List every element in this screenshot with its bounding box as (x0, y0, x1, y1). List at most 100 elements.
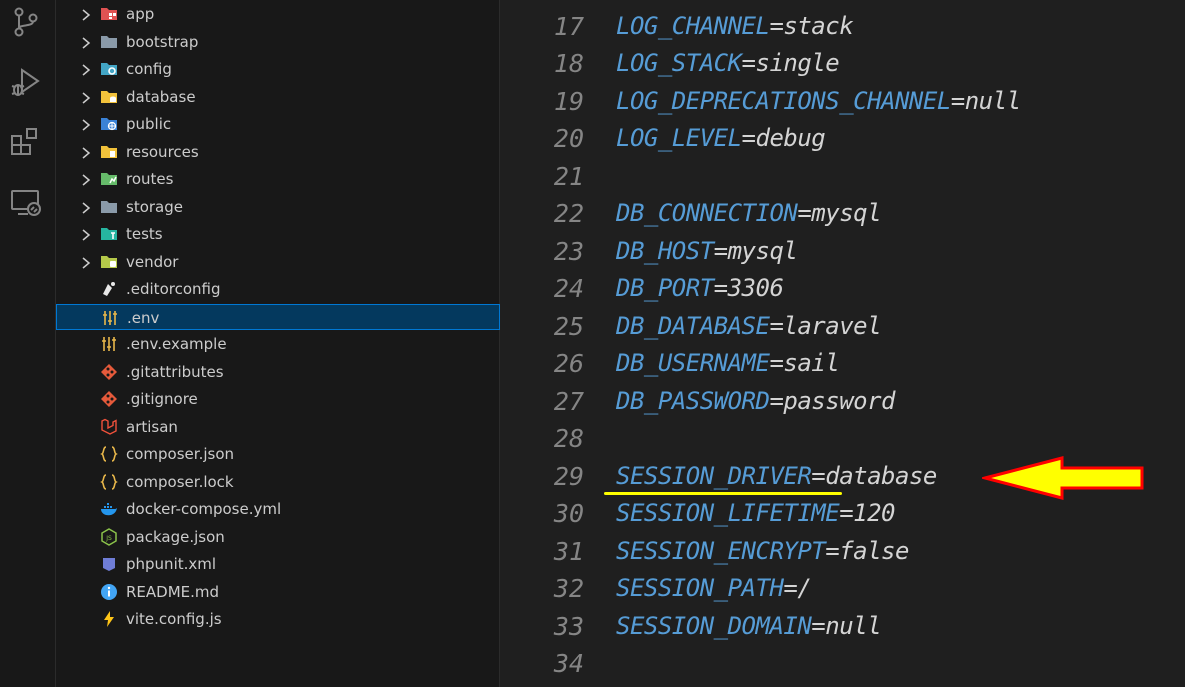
file-name: phpunit.xml (126, 555, 217, 573)
code-line[interactable]: 26 DB_USERNAME=sail (500, 345, 1185, 382)
line-number: 28 (553, 424, 584, 453)
env-key: DB_PASSWORD (616, 386, 770, 415)
code-line[interactable]: 33 SESSION_DOMAIN=null (500, 608, 1185, 645)
folder-item-vendor[interactable]: vendor (56, 249, 500, 275)
code-line[interactable]: 18 LOG_STACK=single (500, 45, 1185, 82)
env-key: LOG_DEPRECATIONS_CHANNEL (616, 86, 951, 115)
run-and-debug-icon[interactable] (8, 64, 44, 100)
editorconfig-icon (100, 280, 118, 298)
file-name: .env.example (126, 335, 227, 353)
code-line[interactable]: 32 SESSION_PATH=/ (500, 570, 1185, 607)
env-key: LOG_CHANNEL (616, 11, 770, 40)
folder-item-app[interactable]: app (56, 1, 500, 27)
chevron-right-icon[interactable] (80, 35, 92, 49)
line-number: 32 (553, 574, 584, 603)
file-item-artisan[interactable]: artisan (56, 414, 500, 440)
line-number: 21 (553, 161, 584, 191)
env-key: DB_DATABASE (616, 311, 770, 340)
file-item-env-example[interactable]: .env.example (56, 331, 500, 357)
code-text: LOG_DEPRECATIONS_CHANNEL=null (616, 83, 1021, 120)
vendor-folder-icon (100, 253, 118, 271)
file-item-phpunit-xml[interactable]: phpunit.xml (56, 551, 500, 577)
json-braces-icon (100, 445, 118, 463)
file-item-readme-md[interactable]: README.md (56, 579, 500, 605)
chevron-right-icon[interactable] (80, 7, 92, 21)
code-line[interactable]: 23 DB_HOST=mysql (500, 233, 1185, 270)
folder-item-storage[interactable]: storage (56, 194, 500, 220)
equals-sign: = (769, 349, 784, 377)
folder-item-config[interactable]: config (56, 56, 500, 82)
file-explorer: app bootstrap config database public resource… (56, 0, 500, 687)
code-line[interactable]: 24 DB_PORT=3306 (500, 270, 1185, 307)
folder-item-public[interactable]: public (56, 111, 500, 137)
svg-text:JS: JS (105, 535, 112, 542)
code-editor[interactable]: 17 LOG_CHANNEL=stack 18 LOG_STACK=single 19 L… (500, 0, 1185, 687)
code-line[interactable]: 27 DB_PASSWORD=password (500, 383, 1185, 420)
line-number: 34 (553, 649, 584, 678)
equals-sign: = (713, 274, 728, 302)
file-name: README.md (126, 582, 220, 601)
env-key: SESSION_ENCRYPT (616, 536, 826, 565)
file-item-composer-json[interactable]: composer.json (56, 441, 500, 467)
file-name: .env (127, 308, 160, 327)
json-braces-icon (100, 473, 118, 491)
code-line[interactable]: 20 LOG_LEVEL=debug (500, 120, 1185, 157)
file-item-package-json[interactable]: JS package.json (56, 524, 500, 550)
env-value: password (783, 386, 895, 415)
code-line[interactable]: 21 (500, 158, 1185, 195)
code-text: DB_HOST=mysql (616, 233, 798, 270)
file-item-env[interactable]: .env (56, 303, 500, 330)
line-number: 18 (553, 49, 584, 78)
chevron-right-icon[interactable] (80, 227, 92, 241)
app-folder-icon (100, 5, 118, 23)
folder-item-resources[interactable]: resources (56, 139, 500, 165)
code-text: LOG_LEVEL=debug (616, 120, 826, 157)
code-line[interactable]: 17 LOG_CHANNEL=stack (500, 8, 1185, 45)
code-line[interactable]: 25 DB_DATABASE=laravel (500, 308, 1185, 345)
chevron-right-icon[interactable] (80, 172, 92, 186)
file-name: tests (126, 225, 163, 243)
chevron-right-icon[interactable] (80, 145, 92, 159)
code-line[interactable]: 22 DB_CONNECTION=mysql (500, 195, 1185, 232)
chevron-right-icon[interactable] (80, 255, 92, 269)
env-value: single (755, 49, 840, 77)
code-line[interactable]: 34 (500, 645, 1185, 682)
chevron-right-icon[interactable] (80, 62, 92, 76)
routes-folder-icon (100, 170, 118, 188)
folder-item-bootstrap[interactable]: bootstrap (56, 29, 500, 55)
env-settings-icon (100, 335, 118, 353)
phpunit-icon (100, 555, 118, 573)
chevron-right-icon[interactable] (80, 200, 92, 214)
chevron-right-icon[interactable] (80, 90, 92, 104)
file-name: public (126, 115, 172, 133)
equals-sign: = (797, 199, 812, 227)
remote-explorer-icon[interactable] (8, 184, 44, 220)
file-item-docker-compose-yml[interactable]: docker-compose.yml (56, 496, 500, 522)
folder-item-database[interactable]: database (56, 84, 500, 110)
file-item-composer-lock[interactable]: composer.lock (56, 469, 500, 495)
code-line[interactable]: 31 SESSION_ENCRYPT=false (500, 533, 1185, 570)
extensions-icon[interactable] (8, 124, 44, 160)
env-value: 120 (853, 499, 895, 527)
file-name: vendor (126, 252, 179, 271)
env-key: SESSION_DRIVER (616, 461, 812, 490)
file-name: vite.config.js (126, 610, 222, 628)
file-item-vite-config-js[interactable]: vite.config.js (56, 606, 500, 632)
line-number: 33 (553, 611, 584, 641)
code-line[interactable]: 19 LOG_DEPRECATIONS_CHANNEL=null (500, 83, 1185, 120)
env-key: SESSION_PATH (616, 574, 784, 602)
folder-item-routes[interactable]: routes (56, 166, 500, 192)
chevron-right-icon[interactable] (80, 117, 92, 131)
code-line[interactable]: 28 (500, 420, 1185, 457)
highlight-underline (604, 492, 842, 495)
code-text: DB_CONNECTION=mysql (616, 195, 882, 232)
file-item-editorconfig[interactable]: .editorconfig (56, 276, 500, 302)
source-control-icon[interactable] (8, 4, 44, 40)
env-value: laravel (783, 311, 882, 340)
folder-icon (100, 33, 118, 51)
tests-folder-icon (100, 225, 118, 243)
folder-item-tests[interactable]: tests (56, 221, 500, 247)
file-item-gitattributes[interactable]: .gitattributes (56, 359, 500, 385)
line-number: 22 (553, 199, 584, 228)
file-item-gitignore[interactable]: .gitignore (56, 386, 500, 412)
